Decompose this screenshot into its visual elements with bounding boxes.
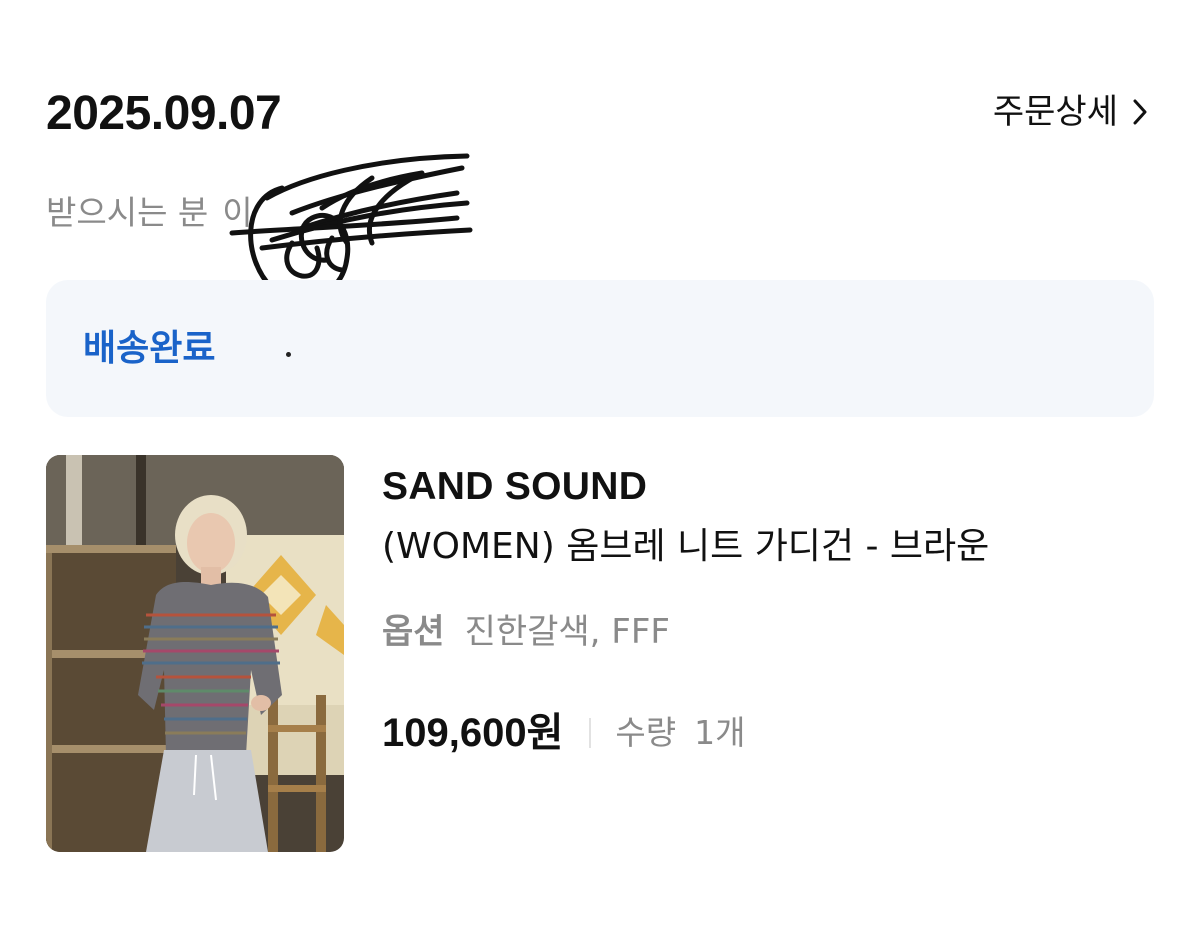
delivery-status-box: 배송완료 xyxy=(46,280,1154,417)
chevron-right-icon xyxy=(1132,98,1148,126)
order-card: 2025.09.07 주문상세 받으시는 분 이 배송완료 SAND SOUND… xyxy=(0,0,1200,932)
status-dot xyxy=(286,352,291,357)
order-date: 2025.09.07 xyxy=(46,87,282,140)
product-image[interactable] xyxy=(46,455,344,852)
quantity-value: 1개 xyxy=(694,713,746,752)
option-label: 옵션 xyxy=(382,612,445,652)
quantity: 수량 1개 xyxy=(615,705,745,761)
product-name[interactable]: (WOMEN) 옴브레 니트 가디건 - 브라운 xyxy=(382,522,989,572)
delivery-status: 배송완료 xyxy=(83,328,216,369)
product-price: 109,600원 xyxy=(382,711,564,755)
price-row: 109,600원 수량 1개 xyxy=(382,705,745,761)
price-divider xyxy=(589,718,592,748)
order-detail-link[interactable]: 주문상세 xyxy=(993,88,1148,136)
option-value: 진한갈색, FFF xyxy=(464,612,670,652)
order-detail-label: 주문상세 xyxy=(992,92,1118,132)
product-option: 옵션 진한갈색, FFF xyxy=(382,607,670,657)
quantity-label: 수량 xyxy=(615,713,677,752)
product-brand[interactable]: SAND SOUND xyxy=(382,462,647,512)
recipient-label: 받으시는 분 xyxy=(46,193,209,232)
